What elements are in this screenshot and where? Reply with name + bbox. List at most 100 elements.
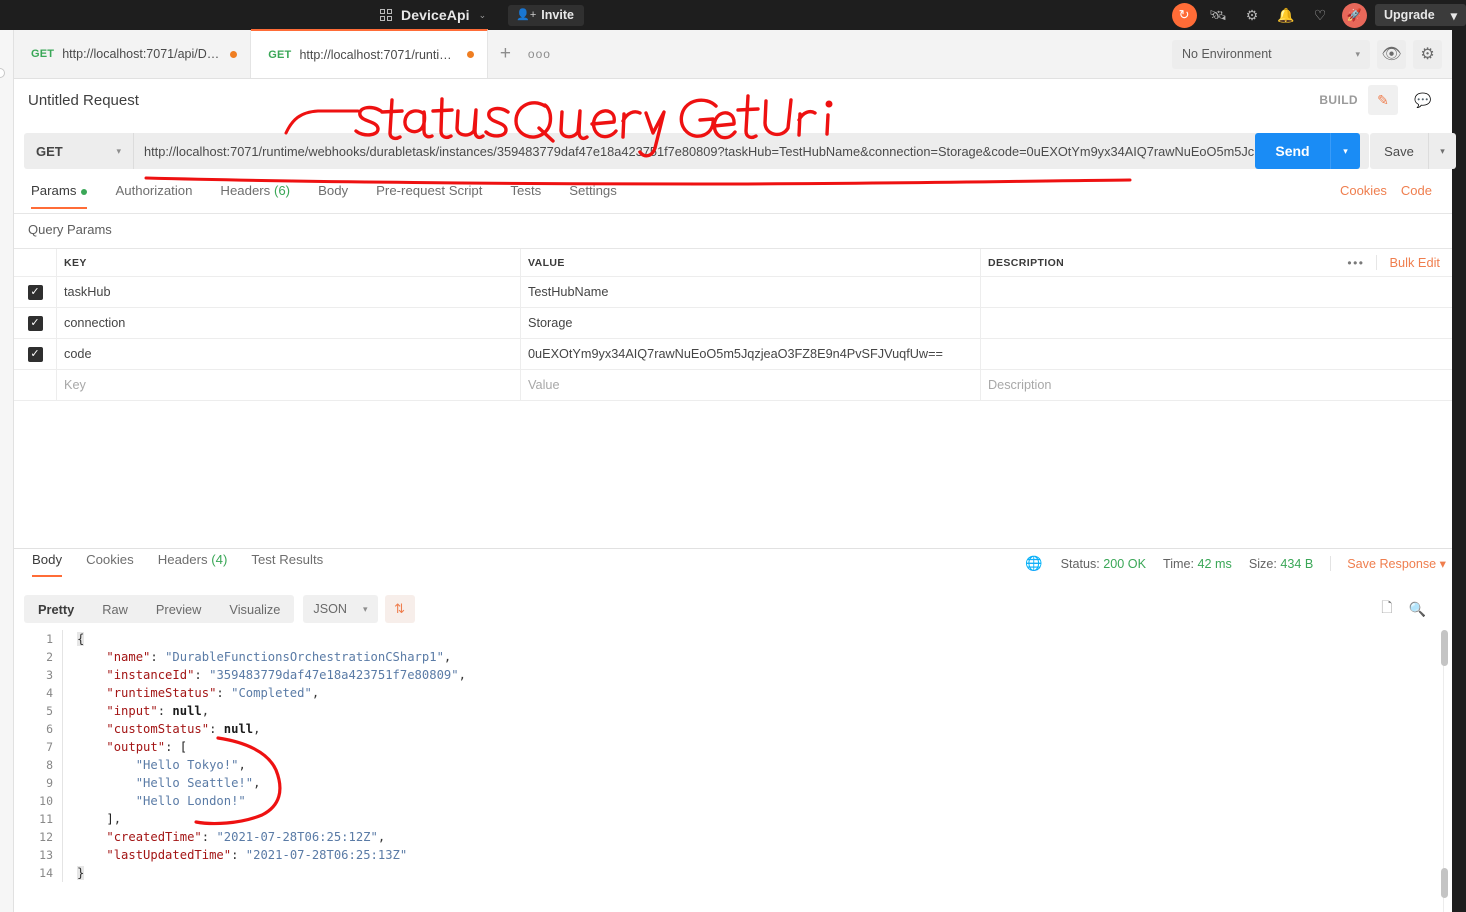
format-raw[interactable]: Raw xyxy=(88,602,142,617)
search-icon[interactable]: 🔍 xyxy=(1409,601,1426,618)
response-tab-cookies[interactable]: Cookies xyxy=(74,552,146,577)
param-value[interactable]: TestHubName xyxy=(528,285,608,299)
request-tab-1[interactable]: GET http://localhost:7071/api/Durab... xyxy=(14,30,252,78)
scrollbar-thumb-top[interactable] xyxy=(1441,630,1448,666)
chevron-down-icon[interactable]: ⌄ xyxy=(479,10,487,21)
url-input[interactable]: http://localhost:7071/runtime/webhooks/d… xyxy=(134,133,1369,169)
format-pretty[interactable]: Pretty xyxy=(24,602,88,617)
line-text: "input": null, xyxy=(106,704,210,718)
response-scrollbar[interactable] xyxy=(1441,630,1448,912)
row-checkbox[interactable]: ✓ xyxy=(14,315,56,331)
column-header-value: VALUE xyxy=(528,256,565,269)
tab-url: http://localhost:7071/api/Durab... xyxy=(62,47,222,61)
table-options-button[interactable]: ••• xyxy=(1335,256,1376,270)
sidebar-expand-handle[interactable] xyxy=(0,68,5,78)
table-row[interactable]: ✓ code 0uEXOtYm9yx34AIQ7rawNuEoO5m5Jqzje… xyxy=(14,339,1452,370)
format-preview[interactable]: Preview xyxy=(142,602,216,617)
param-value[interactable]: Storage xyxy=(528,316,572,330)
param-key-placeholder[interactable]: Key xyxy=(64,378,86,392)
code-line: 2 "name": "DurableFunctionsOrchestration… xyxy=(14,648,1452,666)
tab-options-button[interactable]: ooo xyxy=(522,30,556,78)
tab-headers[interactable]: Headers (6) xyxy=(206,183,304,208)
environment-quick-look-button[interactable]: 👁 xyxy=(1377,39,1406,69)
row-checkbox[interactable]: ✓ xyxy=(14,346,56,362)
param-value-placeholder[interactable]: Value xyxy=(528,378,560,392)
param-description-placeholder[interactable]: Description xyxy=(988,378,1051,392)
sliders-icon: ⚙ xyxy=(1420,46,1435,63)
code-line: 1{ xyxy=(14,630,1452,648)
cookies-link[interactable]: Cookies xyxy=(1340,183,1387,198)
line-text: { xyxy=(77,632,85,646)
tab-settings[interactable]: Settings xyxy=(555,183,631,208)
line-text: "Hello Seattle!", xyxy=(135,776,261,790)
send-options-button[interactable]: ▾ xyxy=(1330,133,1360,169)
tab-params[interactable]: Params xyxy=(17,183,101,209)
request-tab-2[interactable]: GET http://localhost:7071/runtime/... xyxy=(251,29,489,78)
line-number: 6 xyxy=(46,722,53,736)
response-language-selector[interactable]: JSON ▾ xyxy=(303,595,378,623)
http-method-selector[interactable]: GET ▾ xyxy=(24,133,134,169)
chevron-down-icon: ▾ xyxy=(1355,48,1360,59)
settings-button[interactable]: ⚙ xyxy=(1235,0,1269,30)
save-options-button[interactable]: ▾ xyxy=(1428,133,1456,169)
save-button[interactable]: Save xyxy=(1370,133,1428,169)
tab-authorization[interactable]: Authorization xyxy=(101,183,206,208)
rocket-button[interactable]: 🚀 xyxy=(1337,0,1371,30)
notifications-button[interactable]: 🔔 xyxy=(1269,0,1303,30)
satellite-button[interactable]: 🛰 xyxy=(1201,0,1235,30)
table-row[interactable]: ✓ taskHub TestHubName xyxy=(14,277,1452,308)
line-number: 13 xyxy=(39,848,53,862)
checkbox-checked-icon: ✓ xyxy=(27,315,43,331)
environment-selected-label: No Environment xyxy=(1182,47,1272,61)
copy-icon[interactable]: 🗋 xyxy=(1381,597,1392,621)
table-row[interactable]: ✓ connection Storage xyxy=(14,308,1452,339)
new-tab-button[interactable]: + xyxy=(488,30,522,78)
response-tab-body[interactable]: Body xyxy=(20,552,74,577)
param-key[interactable]: code xyxy=(64,347,92,361)
environment-area: No Environment ▾ 👁 ⚙ xyxy=(1132,30,1452,79)
row-checkbox[interactable]: ✓ xyxy=(14,284,56,300)
format-visualize[interactable]: Visualize xyxy=(215,602,294,617)
table-placeholder-row[interactable]: Key Value Description xyxy=(14,370,1452,401)
response-divider[interactable] xyxy=(14,548,1452,549)
code-line: 10 "Hello London!" xyxy=(14,792,1452,810)
word-wrap-toggle[interactable]: ⇅ xyxy=(384,595,415,623)
globe-icon[interactable]: 🌐 xyxy=(1025,555,1042,572)
invite-label: Invite xyxy=(541,7,574,22)
url-text: http://localhost:7071/runtime/webhooks/d… xyxy=(144,143,1255,159)
sync-status-button[interactable]: ↻ xyxy=(1167,0,1201,30)
code-link[interactable]: Code xyxy=(1401,183,1432,198)
line-text: "output": [ xyxy=(106,740,188,754)
chevron-down-icon[interactable]: ▾ xyxy=(1451,8,1457,23)
environment-selector[interactable]: No Environment ▾ xyxy=(1172,39,1370,69)
response-tab-headers[interactable]: Headers (4) xyxy=(146,552,240,577)
upgrade-button[interactable]: Upgrade ▾ xyxy=(1375,4,1466,26)
tab-method: GET xyxy=(268,48,292,61)
favorites-button[interactable]: ♡ xyxy=(1303,0,1337,30)
comments-button[interactable]: 💬 xyxy=(1408,85,1438,115)
line-text: "customStatus": null, xyxy=(106,722,261,736)
save-response-label: Save Response xyxy=(1347,557,1437,571)
invite-button[interactable]: 👤+ Invite xyxy=(508,4,584,26)
param-key[interactable]: connection xyxy=(64,316,125,330)
satellite-icon: 🛰 xyxy=(1209,6,1227,23)
send-button[interactable]: Send xyxy=(1255,133,1330,169)
tab-body[interactable]: Body xyxy=(304,183,362,208)
line-number: 12 xyxy=(39,830,53,844)
line-number: 14 xyxy=(39,866,53,880)
param-value[interactable]: 0uEXOtYm9yx34AIQ7rawNuEoO5m5JqzjeaO3FZ8E… xyxy=(528,347,943,361)
bulk-edit-button[interactable]: Bulk Edit xyxy=(1376,255,1440,270)
workspace-name[interactable]: DeviceApi xyxy=(401,7,470,23)
response-tab-test-results[interactable]: Test Results xyxy=(239,552,335,577)
query-params-label: Query Params xyxy=(28,222,112,237)
environment-settings-button[interactable]: ⚙ xyxy=(1413,39,1442,69)
tab-tests[interactable]: Tests xyxy=(496,183,555,208)
scrollbar-thumb-bottom[interactable] xyxy=(1441,868,1448,898)
edit-button[interactable]: ✎ xyxy=(1368,85,1398,115)
param-key[interactable]: taskHub xyxy=(64,285,111,299)
response-body-code[interactable]: 1{ 2 "name": "DurableFunctionsOrchestrat… xyxy=(14,630,1452,912)
tab-pre-request-script[interactable]: Pre-request Script xyxy=(362,183,496,208)
line-text: } xyxy=(77,866,85,880)
save-response-button[interactable]: Save Response ▾ xyxy=(1330,556,1446,571)
sidebar-collapsed-strip xyxy=(0,30,14,912)
